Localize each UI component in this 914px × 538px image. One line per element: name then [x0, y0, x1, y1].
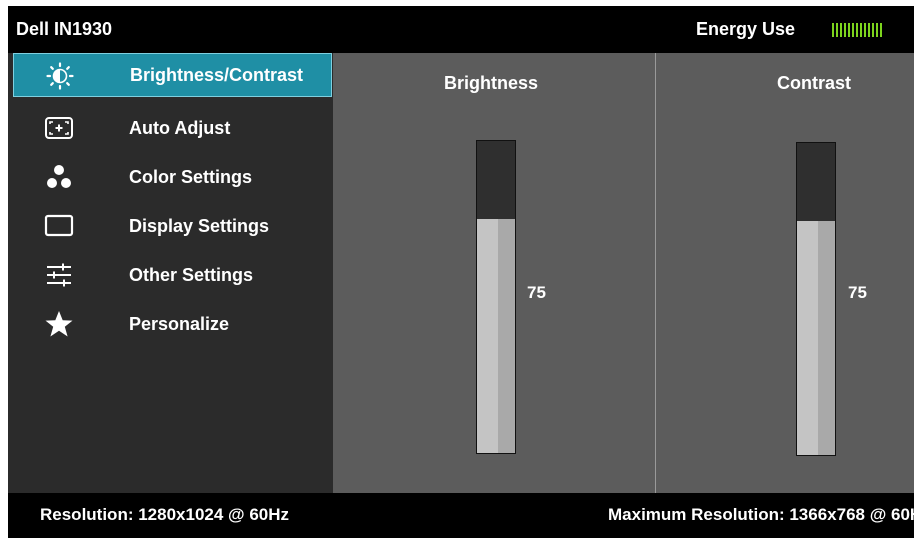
energy-bar [880, 23, 882, 37]
menu-label: Display Settings [129, 216, 270, 236]
menu-label: Brightness/Contrast [130, 65, 304, 85]
energy-bar [844, 23, 846, 37]
menu-label: Auto Adjust [129, 118, 231, 138]
energy-bar [876, 23, 878, 37]
menu-item-auto-adjust[interactable]: Auto Adjust [8, 106, 333, 150]
contrast-slider-fill [797, 221, 835, 455]
energy-bar [872, 23, 874, 37]
current-resolution: Resolution: 1280x1024 @ 60Hz [40, 505, 290, 524]
menu-label: Color Settings [129, 167, 253, 187]
menu-item-other-settings[interactable]: Other Settings [8, 253, 333, 297]
menu-item-brightness-contrast[interactable]: Brightness/Contrast [13, 53, 332, 97]
energy-bar [860, 23, 862, 37]
osd-window: Dell IN1930 Energy Use Brightness/Contra… [8, 6, 914, 538]
maximum-resolution: Maximum Resolution: 1366x768 @ 60Hz [608, 505, 914, 524]
brightness-icon [46, 62, 74, 90]
energy-bar [856, 23, 858, 37]
display-settings-icon [44, 214, 74, 237]
monitor-model-title: Dell IN1930 [16, 19, 113, 39]
other-settings-icon [47, 263, 71, 287]
brightness-value: 75 [527, 283, 546, 302]
contrast-value: 75 [848, 283, 867, 302]
status-bar: Resolution: 1280x1024 @ 60Hz Maximum Res… [8, 493, 914, 538]
osd-menu: Brightness/Contrast Auto Adjust Color Se… [8, 53, 333, 493]
top-bar: Dell IN1930 Energy Use [8, 6, 914, 53]
energy-bar [852, 23, 854, 37]
energy-bar [864, 23, 866, 37]
star-icon [45, 311, 73, 337]
brightness-slider[interactable] [476, 140, 516, 454]
energy-bar [848, 23, 850, 37]
energy-bar [832, 23, 834, 37]
color-settings-icon [47, 165, 71, 188]
brightness-slider-fill [477, 219, 515, 453]
contrast-panel: Contrast 75 [656, 53, 914, 493]
brightness-title: Brightness [444, 73, 539, 93]
energy-use-label: Energy Use [696, 19, 796, 39]
energy-bar [840, 23, 842, 37]
menu-item-personalize[interactable]: Personalize [8, 302, 333, 346]
menu-item-color-settings[interactable]: Color Settings [8, 155, 333, 199]
contrast-title: Contrast [777, 73, 852, 93]
menu-label: Other Settings [129, 265, 254, 285]
energy-bar [868, 23, 870, 37]
menu-label: Personalize [129, 314, 230, 334]
contrast-slider[interactable] [796, 142, 836, 456]
energy-bar [836, 23, 838, 37]
auto-adjust-icon [45, 117, 73, 139]
energy-use-meter [832, 23, 882, 37]
brightness-panel: Brightness 75 [333, 53, 655, 493]
menu-item-display-settings[interactable]: Display Settings [8, 204, 333, 248]
